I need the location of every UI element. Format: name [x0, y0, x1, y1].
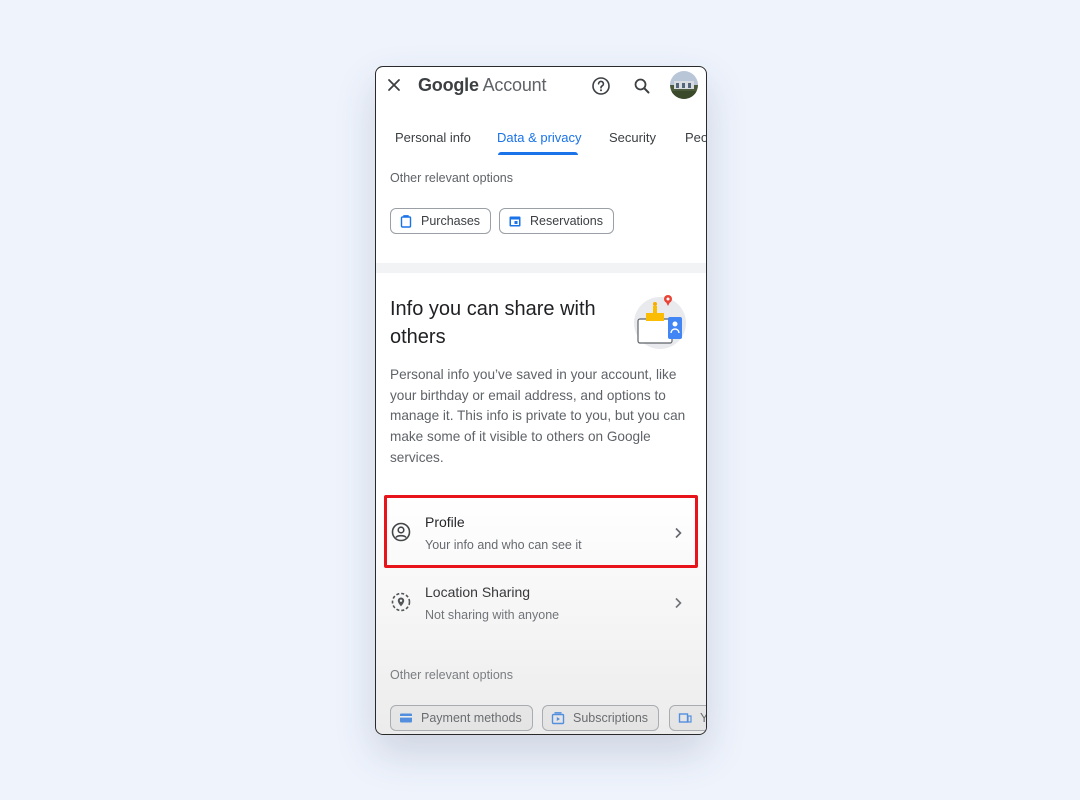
calendar-icon [509, 216, 521, 227]
section-title: Info you can share with others [390, 298, 596, 348]
section-divider [376, 263, 706, 273]
tab-bar: Personal info Data & privacy Security Pe… [376, 121, 706, 157]
avatar[interactable] [670, 71, 698, 99]
payment-methods-chip[interactable]: Payment methods [390, 705, 533, 731]
section-description: Personal info you’ve saved in your accou… [390, 367, 686, 465]
subscriptions-chip[interactable]: Subscriptions [542, 705, 660, 731]
row-subtitle: Your info and who can see it [425, 538, 582, 552]
chip-label: Reservations [530, 214, 603, 228]
purchases-icon [400, 215, 412, 228]
payment-icon [400, 713, 412, 723]
devices-icon [678, 713, 692, 723]
chevron-right-icon [675, 597, 682, 609]
section-label-top: Other relevant options [390, 171, 513, 185]
row-subtitle: Not sharing with anyone [425, 608, 560, 622]
help-icon[interactable] [591, 76, 611, 96]
purchases-chip[interactable]: Purchases [390, 208, 492, 234]
close-icon[interactable] [384, 75, 404, 95]
tab-data-privacy[interactable]: Data & privacy [497, 130, 582, 145]
chip-label: Payment methods [421, 711, 522, 725]
profile-icon [391, 522, 411, 542]
share-info-illustration-icon [634, 295, 686, 349]
chip-label: Y [700, 711, 706, 725]
location-sharing-icon [391, 592, 411, 612]
reservations-chip[interactable]: Reservations [499, 208, 614, 234]
location-sharing-row[interactable]: Location Sharing Not sharing with anyone [376, 567, 706, 637]
chip-label: Purchases [421, 214, 481, 228]
brand-name: Google [418, 75, 479, 95]
tab-people[interactable]: Peo [685, 130, 706, 145]
row-title: Profile [425, 514, 465, 530]
profile-row[interactable]: Profile Your info and who can see it [376, 497, 706, 567]
subscriptions-icon [551, 712, 565, 725]
active-tab-indicator [498, 152, 578, 155]
title-text: Account [482, 75, 547, 95]
app-title: Google Account [418, 75, 546, 96]
section-label-bottom: Other relevant options [390, 668, 513, 682]
search-icon[interactable] [632, 76, 652, 96]
devices-chip[interactable]: Y [669, 705, 706, 731]
chip-label: Subscriptions [573, 711, 649, 725]
tab-personal-info[interactable]: Personal info [395, 130, 471, 145]
phone-screen: Google Account Personal info Data & priv… [375, 66, 707, 735]
row-title: Location Sharing [425, 584, 531, 600]
tab-security[interactable]: Security [609, 130, 656, 145]
top-app-bar: Google Account [376, 67, 706, 107]
chevron-right-icon [675, 527, 682, 539]
